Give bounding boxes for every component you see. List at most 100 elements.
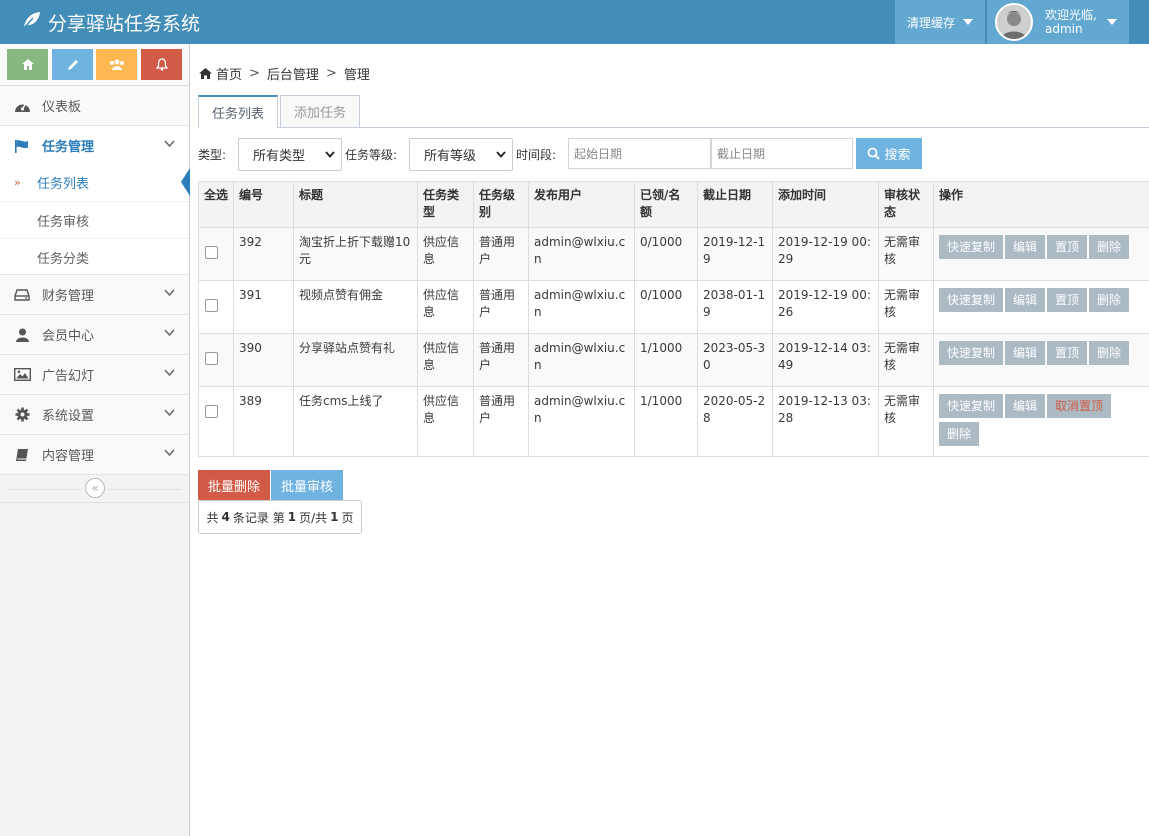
user-icon — [13, 328, 31, 342]
row-checkbox[interactable] — [205, 246, 218, 259]
header-title: 标题 — [293, 181, 418, 228]
sidebar-item-settings[interactable]: 系统设置 — [0, 395, 189, 435]
pin-button[interactable]: 置顶 — [1047, 288, 1088, 312]
tab-task-list[interactable]: 任务列表 — [198, 95, 278, 129]
start-date-placeholder: 起始日期 — [574, 147, 623, 161]
cell-added: 2019-12-13 03:28 — [772, 386, 879, 457]
hdd-icon — [13, 288, 31, 301]
sidebar: 仪表板 任务管理 » 任务列表 任务审核 任务分类 财务管理 会员中心 广告幻灯… — [0, 44, 190, 836]
table-row: 390 分享驿站点赞有礼 供应信息 普通用户 admin@wlxiu.cn 1/… — [198, 333, 1149, 387]
cell-status: 无需审核 — [878, 280, 934, 334]
breadcrumb-admin[interactable]: 后台管理 — [267, 64, 319, 83]
filter-bar: 类型: 所有类型 任务等级: 所有等级 时间段: 起始日期 截止日期 搜索 — [198, 137, 958, 171]
users-shortcut-button[interactable] — [96, 49, 137, 80]
home-icon — [199, 68, 212, 79]
submenu-item-task-review[interactable]: 任务审核 — [0, 201, 189, 238]
submenu-label: 任务审核 — [37, 214, 90, 230]
user-menu[interactable]: 欢迎光临, admin — [987, 0, 1129, 44]
double-angle-right-icon: » — [14, 176, 21, 189]
cell-deadline: 2023-05-30 — [697, 333, 773, 387]
home-icon — [21, 59, 34, 70]
cell-level: 普通用户 — [473, 386, 529, 457]
start-date-input[interactable]: 起始日期 — [568, 138, 711, 169]
leaf-icon — [22, 11, 42, 34]
active-indicator — [181, 168, 190, 196]
bell-icon — [155, 58, 168, 71]
chevron-down-icon — [164, 140, 175, 148]
clear-cache-button[interactable]: 清理缓存 — [895, 0, 985, 44]
row-checkbox[interactable] — [205, 299, 218, 312]
task-table: 全选 编号 标题 任务类型 任务级别 发布用户 已领/名额 截止日期 添加时间 … — [198, 181, 1149, 457]
quick-copy-button[interactable]: 快速复制 — [939, 235, 1004, 259]
level-select[interactable]: 所有等级 — [409, 138, 513, 171]
sidebar-item-label: 仪表板 — [42, 100, 82, 115]
breadcrumb-separator: > — [249, 66, 260, 81]
cell-status: 无需审核 — [878, 386, 934, 457]
brand[interactable]: 分享驿站任务系统 — [22, 9, 200, 36]
edit-button[interactable]: 编辑 — [1005, 288, 1046, 312]
type-select[interactable]: 所有类型 — [238, 138, 342, 171]
delete-button[interactable]: 删除 — [1089, 288, 1130, 312]
edit-button[interactable]: 编辑 — [1005, 235, 1046, 259]
sidebar-item-content[interactable]: 内容管理 — [0, 435, 189, 475]
cell-status: 无需审核 — [878, 333, 934, 387]
sidebar-item-members[interactable]: 会员中心 — [0, 315, 189, 355]
cell-deadline: 2038-01-19 — [697, 280, 773, 334]
cell-added: 2019-12-14 03:49 — [772, 333, 879, 387]
sidebar-item-label: 广告幻灯 — [42, 369, 95, 384]
bulk-delete-button[interactable]: 批量删除 — [198, 470, 270, 500]
alerts-shortcut-button[interactable] — [141, 49, 182, 80]
breadcrumb-home[interactable]: 首页 — [216, 64, 242, 83]
cell-type: 供应信息 — [417, 227, 474, 281]
sidebar-item-finance[interactable]: 财务管理 — [0, 275, 189, 315]
cell-id: 389 — [233, 386, 294, 457]
cell-level: 普通用户 — [473, 227, 529, 281]
sidebar-item-dashboard[interactable]: 仪表板 — [0, 86, 189, 126]
cell-quota: 0/1000 — [634, 280, 698, 334]
header-type: 任务类型 — [417, 181, 474, 228]
unpin-button[interactable]: 取消置顶 — [1047, 394, 1112, 418]
row-checkbox[interactable] — [205, 352, 218, 365]
cell-quota: 1/1000 — [634, 386, 698, 457]
pager-pages: 1 — [330, 510, 339, 524]
pin-button[interactable]: 置顶 — [1047, 235, 1088, 259]
edit-shortcut-button[interactable] — [52, 49, 93, 80]
delete-button[interactable]: 删除 — [1089, 341, 1130, 365]
quick-copy-button[interactable]: 快速复制 — [939, 394, 1004, 418]
end-date-input[interactable]: 截止日期 — [711, 138, 853, 169]
chevron-down-icon — [496, 151, 506, 158]
quick-copy-button[interactable]: 快速复制 — [939, 288, 1004, 312]
clear-cache-label: 清理缓存 — [906, 15, 955, 30]
submenu-item-task-list[interactable]: » 任务列表 — [0, 164, 189, 201]
header-select-all[interactable]: 全选 — [198, 181, 234, 228]
submenu-item-task-category[interactable]: 任务分类 — [0, 238, 189, 275]
submenu-label: 任务分类 — [37, 251, 90, 267]
divider — [108, 489, 182, 490]
delete-button[interactable]: 删除 — [939, 422, 980, 446]
pagination-info: 共 4 条记录 第 1 页/共 1 页 — [198, 500, 362, 534]
sidebar-item-ads[interactable]: 广告幻灯 — [0, 355, 189, 395]
pin-button[interactable]: 置顶 — [1047, 341, 1088, 365]
sidebar-item-tasks[interactable]: 任务管理 — [0, 126, 189, 166]
pager-total: 4 — [221, 510, 230, 524]
home-shortcut-button[interactable] — [7, 49, 48, 80]
tab-add-task[interactable]: 添加任务 — [280, 95, 360, 128]
search-button[interactable]: 搜索 — [856, 138, 922, 169]
quick-copy-button[interactable]: 快速复制 — [939, 341, 1004, 365]
row-checkbox[interactable] — [205, 405, 218, 418]
bulk-approve-button[interactable]: 批量审核 — [271, 470, 343, 500]
collapse-sidebar-button[interactable]: « — [85, 478, 105, 498]
cell-quota: 0/1000 — [634, 227, 698, 281]
header-level: 任务级别 — [473, 181, 529, 228]
cell-id: 391 — [233, 280, 294, 334]
header-added: 添加时间 — [772, 181, 879, 228]
cell-title: 视频点赞有佣金 — [293, 280, 418, 334]
delete-button[interactable]: 删除 — [1089, 235, 1130, 259]
edit-button[interactable]: 编辑 — [1005, 341, 1046, 365]
edit-button[interactable]: 编辑 — [1005, 394, 1046, 418]
end-date-placeholder: 截止日期 — [717, 147, 766, 161]
cell-type: 供应信息 — [417, 386, 474, 457]
users-icon — [109, 59, 124, 70]
pencil-icon — [67, 59, 78, 70]
cell-status: 无需审核 — [878, 227, 934, 281]
